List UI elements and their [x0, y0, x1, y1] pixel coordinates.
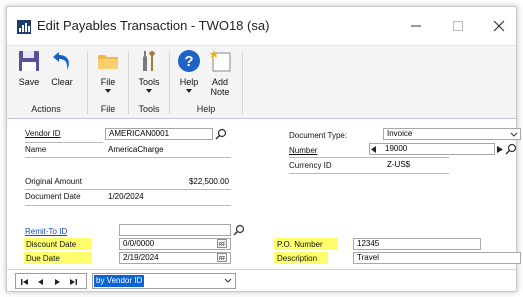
- ribbon-group-label-help: Help: [196, 104, 216, 114]
- currency-id-label: Currency ID: [289, 161, 332, 170]
- divider: [289, 157, 449, 158]
- original-amount-label: Original Amount: [25, 177, 82, 186]
- record-navigator: [15, 273, 87, 289]
- due-date-field[interactable]: 2/19/2024: [119, 252, 231, 264]
- description-field[interactable]: Travel: [353, 252, 521, 264]
- vendor-lookup-icon[interactable]: [215, 128, 227, 140]
- add-label: Add: [211, 77, 228, 87]
- save-label: Save: [18, 77, 40, 87]
- document-date-label: Document Date: [25, 192, 81, 201]
- clear-label: Clear: [51, 77, 73, 87]
- vendor-id-field[interactable]: AMERICAN0001: [105, 128, 213, 140]
- transaction-form: Vendor ID AMERICAN0001 Name AmericaCharg…: [7, 119, 521, 264]
- folder-icon: [98, 55, 118, 69]
- add-note-button[interactable]: Add Note: [205, 49, 235, 97]
- chevron-down-icon[interactable]: [509, 130, 519, 140]
- document-date-value: 1/20/2024: [108, 192, 144, 201]
- ribbon-group-help: ? Help Add Note Help: [171, 46, 241, 118]
- ribbon-group-label-tools: Tools: [138, 104, 160, 114]
- ribbon: Save Clear Actions File File Tools Tools…: [7, 45, 516, 119]
- svg-text:?: ?: [184, 53, 193, 70]
- app-chart-icon: [17, 20, 31, 34]
- file-dropdown-icon: [105, 89, 111, 93]
- currency-id-value: Z-US$: [387, 160, 411, 169]
- ribbon-separator: [87, 52, 88, 114]
- original-amount-value: $22,500.00: [188, 177, 229, 186]
- discount-date-label: Discount Date: [26, 240, 77, 249]
- ribbon-group-tools: Tools Tools: [130, 46, 168, 118]
- ribbon-separator: [128, 52, 129, 114]
- file-button[interactable]: File: [93, 49, 123, 93]
- edit-payables-window: Edit Payables Transaction - TWO18 (sa) S…: [6, 6, 521, 292]
- status-bar: by Vendor ID: [7, 269, 516, 291]
- po-number-label: P.O. Number: [277, 240, 323, 249]
- remit-lookup-icon[interactable]: [233, 224, 245, 236]
- ribbon-group-file: File File: [89, 46, 127, 118]
- description-label: Description: [277, 254, 318, 263]
- tools-button[interactable]: Tools: [134, 49, 164, 93]
- help-dropdown-icon: [186, 89, 192, 93]
- divider: [289, 173, 449, 174]
- chevron-down-icon: [224, 278, 232, 283]
- divider: [25, 189, 231, 190]
- maximize-icon: [453, 21, 463, 31]
- window-title: Edit Payables Transaction - TWO18 (sa): [37, 18, 270, 33]
- remit-to-id-link[interactable]: Remit-To ID: [25, 227, 67, 236]
- minimize-icon: [411, 25, 421, 27]
- close-button[interactable]: [485, 15, 513, 37]
- name-value: AmericaCharge: [108, 145, 164, 154]
- last-record-icon[interactable]: [68, 277, 78, 287]
- name-label: Name: [25, 145, 47, 154]
- divider: [25, 157, 231, 158]
- due-date-label: Due Date: [26, 254, 60, 263]
- divider: [25, 205, 231, 206]
- file-label: File: [100, 77, 116, 87]
- undo-icon: [53, 52, 69, 70]
- vendor-id-label[interactable]: Vendor ID: [25, 129, 61, 138]
- next-number-icon[interactable]: [497, 146, 503, 153]
- ribbon-group-label-actions: Actions: [31, 104, 61, 114]
- minimize-button[interactable]: [402, 15, 430, 37]
- help-button[interactable]: ? Help: [174, 49, 204, 93]
- help-icon: ?: [178, 50, 200, 72]
- sort-by-select[interactable]: by Vendor ID: [92, 273, 236, 289]
- previous-record-icon[interactable]: [36, 277, 46, 287]
- number-field[interactable]: 19000: [369, 143, 495, 155]
- number-label[interactable]: Number: [289, 146, 317, 155]
- note-label: Note: [210, 87, 230, 97]
- sort-by-value: by Vendor ID: [94, 275, 145, 287]
- clear-button[interactable]: Clear: [47, 49, 77, 87]
- document-type-select[interactable]: Invoice: [383, 128, 521, 140]
- tools-dropdown-icon: [146, 89, 152, 93]
- document-type-label: Document Type:: [289, 131, 348, 140]
- calendar-icon[interactable]: [217, 239, 227, 248]
- close-icon: [493, 20, 505, 32]
- previous-number-icon[interactable]: [371, 146, 377, 153]
- divider: [25, 142, 103, 143]
- tools-label: Tools: [138, 77, 160, 87]
- ribbon-group-actions: Save Clear Actions: [7, 46, 85, 118]
- ribbon-separator: [242, 52, 243, 114]
- calendar-icon[interactable]: [217, 253, 227, 262]
- number-lookup-icon[interactable]: [505, 143, 517, 155]
- save-icon: [19, 51, 39, 71]
- tools-icon: [143, 51, 155, 71]
- first-record-icon[interactable]: [20, 277, 30, 287]
- save-button[interactable]: Save: [14, 49, 44, 87]
- next-record-icon[interactable]: [52, 277, 62, 287]
- note-icon: [209, 50, 231, 72]
- title-bar: Edit Payables Transaction - TWO18 (sa): [7, 7, 516, 45]
- po-number-field[interactable]: 12345: [353, 238, 481, 250]
- ribbon-group-label-file: File: [100, 104, 116, 114]
- help-label: Help: [179, 77, 199, 87]
- discount-date-field[interactable]: 0/0/0000: [119, 238, 231, 250]
- maximize-button[interactable]: [444, 15, 472, 37]
- remit-to-id-field[interactable]: [119, 224, 231, 236]
- ribbon-separator: [169, 52, 170, 114]
